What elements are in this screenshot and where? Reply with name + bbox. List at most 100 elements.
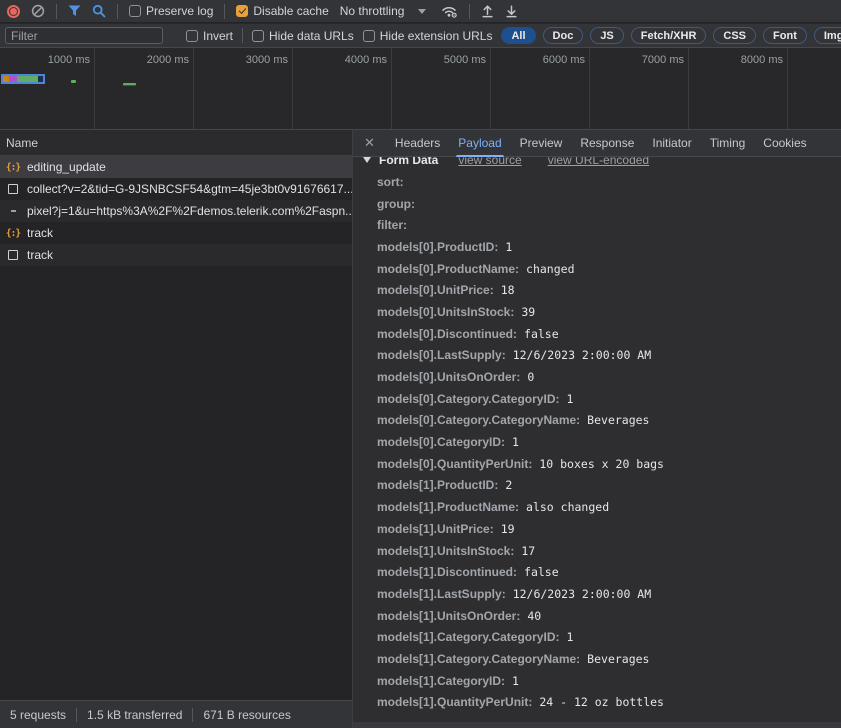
filter-pill[interactable]: All: [501, 27, 535, 44]
waterfall-bar-magenta: [9, 76, 17, 82]
form-data-value: Beverages: [587, 652, 649, 666]
status-resources: 671 B resources: [203, 708, 290, 722]
timeline-tick: 2000 ms: [95, 48, 194, 129]
form-data-key: group: [377, 197, 415, 211]
form-data-key: models[0].Discontinued: [377, 327, 517, 341]
timeline-tick: 1000 ms: [0, 48, 95, 129]
detail-tab[interactable]: Initiator: [643, 130, 700, 157]
detail-tab[interactable]: Payload: [449, 130, 510, 157]
form-data-row: models[1].UnitsInStock 17: [363, 540, 841, 562]
search-icon: [92, 4, 106, 18]
hide-extension-urls-toggle[interactable]: Hide extension URLs: [363, 29, 493, 43]
invert-label: Invert: [203, 29, 233, 43]
form-data-key: models[0].ProductID: [377, 240, 498, 254]
detail-close-button[interactable]: ✕: [353, 135, 386, 151]
detail-tab[interactable]: Response: [571, 130, 643, 157]
form-data-row: models[1].UnitsOnOrder 40: [363, 605, 841, 627]
preserve-log-label: Preserve log: [146, 4, 213, 18]
overview-selection[interactable]: [1, 74, 45, 84]
form-data-key: models[1].CategoryID: [377, 674, 505, 688]
view-url-encoded-link[interactable]: view URL-encoded: [548, 157, 649, 167]
filter-pill[interactable]: Font: [763, 27, 807, 44]
payload-content: Form Data view source view URL-encoded s…: [353, 157, 841, 722]
search-button[interactable]: [92, 4, 106, 18]
request-type-icon: [6, 228, 20, 239]
detail-tab[interactable]: Headers: [386, 130, 449, 157]
form-data-key: models[1].ProductName: [377, 500, 519, 514]
request-row[interactable]: pixel?j=1&u=https%3A%2F%2Fdemos.telerik.…: [0, 200, 352, 222]
detail-tab[interactable]: Cookies: [754, 130, 815, 157]
network-conditions-icon: [441, 5, 458, 18]
timeline-tick: 7000 ms: [590, 48, 689, 129]
upload-icon: [481, 5, 494, 18]
request-row[interactable]: editing_update: [0, 156, 352, 178]
horizontal-scrollbar-track[interactable]: [353, 722, 841, 728]
filter-pill[interactable]: Img: [814, 27, 841, 44]
throttling-select[interactable]: No throttling: [340, 4, 427, 18]
clear-log-button[interactable]: [31, 4, 45, 18]
disclosure-triangle-icon[interactable]: [363, 157, 371, 163]
form-data-value: 39: [521, 305, 535, 319]
filter-toggle-button[interactable]: [68, 5, 81, 17]
form-data-value: 10 boxes x 20 bags: [539, 457, 664, 471]
filter-pill[interactable]: JS: [590, 27, 623, 44]
invert-checkbox[interactable]: [186, 30, 198, 42]
form-data-key: models[1].QuantityPerUnit: [377, 695, 532, 709]
request-name: collect?v=2&tid=G-9JSNBCSF54&gtm=45je3bt…: [27, 182, 352, 196]
toolbar-divider: [224, 4, 225, 19]
filter-pill[interactable]: CSS: [713, 27, 756, 44]
form-data-row: models[1].ProductName also changed: [363, 496, 841, 518]
hide-data-urls-checkbox[interactable]: [252, 30, 264, 42]
hide-extension-urls-label: Hide extension URLs: [380, 29, 493, 43]
import-har-button[interactable]: [481, 5, 494, 18]
network-overview[interactable]: 1000 ms2000 ms3000 ms4000 ms5000 ms6000 …: [0, 48, 841, 130]
form-data-value: 40: [527, 609, 541, 623]
waterfall-bar-green: [17, 76, 38, 82]
filter-input[interactable]: [5, 27, 163, 44]
hide-data-urls-label: Hide data URLs: [269, 29, 354, 43]
network-main: Name editing_update collect?v=2&tid=G-9J…: [0, 130, 841, 728]
name-column-header[interactable]: Name: [0, 130, 352, 156]
form-data-row: models[0].Category.CategoryName Beverage…: [363, 410, 841, 432]
form-data-key: models[1].UnitsInStock: [377, 544, 514, 558]
clear-icon: [31, 4, 45, 18]
network-toolbar: Preserve log Disable cache No throttling: [0, 0, 841, 23]
filter-pill[interactable]: Doc: [543, 27, 584, 44]
form-data-key: models[0].Category.CategoryName: [377, 413, 580, 427]
hide-data-urls-toggle[interactable]: Hide data URLs: [252, 29, 354, 43]
record-icon: [7, 5, 20, 18]
request-row[interactable]: track: [0, 244, 352, 266]
export-har-button[interactable]: [505, 5, 518, 18]
request-list-panel: Name editing_update collect?v=2&tid=G-9J…: [0, 130, 353, 728]
disable-cache-checkbox[interactable]: [236, 5, 248, 17]
disable-cache-toggle[interactable]: Disable cache: [236, 4, 328, 18]
form-data-key: models[0].UnitsInStock: [377, 305, 514, 319]
request-row[interactable]: track: [0, 222, 352, 244]
request-row[interactable]: collect?v=2&tid=G-9JSNBCSF54&gtm=45je3bt…: [0, 178, 352, 200]
timeline-tick: 4000 ms: [293, 48, 392, 129]
view-source-link[interactable]: view source: [458, 157, 521, 167]
request-rows: editing_update collect?v=2&tid=G-9JSNBCS…: [0, 156, 352, 266]
detail-tab[interactable]: Preview: [511, 130, 572, 157]
invert-toggle[interactable]: Invert: [186, 29, 233, 43]
form-data-row: models[0].UnitPrice 18: [363, 279, 841, 301]
request-name: pixel?j=1&u=https%3A%2F%2Fdemos.telerik.…: [27, 204, 352, 218]
form-data-row: models[0].UnitsInStock 39: [363, 301, 841, 323]
record-button[interactable]: [7, 5, 20, 18]
form-data-row: models[1].UnitPrice 19: [363, 518, 841, 540]
funnel-icon: [68, 5, 81, 17]
form-data-section-header[interactable]: Form Data view source view URL-encoded: [363, 157, 841, 171]
detail-tab-bar: ✕ HeadersPayloadPreviewResponseInitiator…: [353, 130, 841, 157]
form-data-value: 2: [505, 478, 512, 492]
request-name: editing_update: [27, 160, 106, 174]
network-conditions-button[interactable]: [441, 5, 458, 18]
form-data-row: models[0].Category.CategoryID 1: [363, 388, 841, 410]
detail-tab[interactable]: Timing: [701, 130, 755, 157]
request-type-icon: [6, 250, 20, 260]
hide-extension-urls-checkbox[interactable]: [363, 30, 375, 42]
preserve-log-toggle[interactable]: Preserve log: [129, 4, 213, 18]
form-data-value: 12/6/2023 2:00:00 AM: [513, 587, 651, 601]
form-data-key: models[1].Category.CategoryName: [377, 652, 580, 666]
preserve-log-checkbox[interactable]: [129, 5, 141, 17]
filter-pill[interactable]: Fetch/XHR: [631, 27, 707, 44]
